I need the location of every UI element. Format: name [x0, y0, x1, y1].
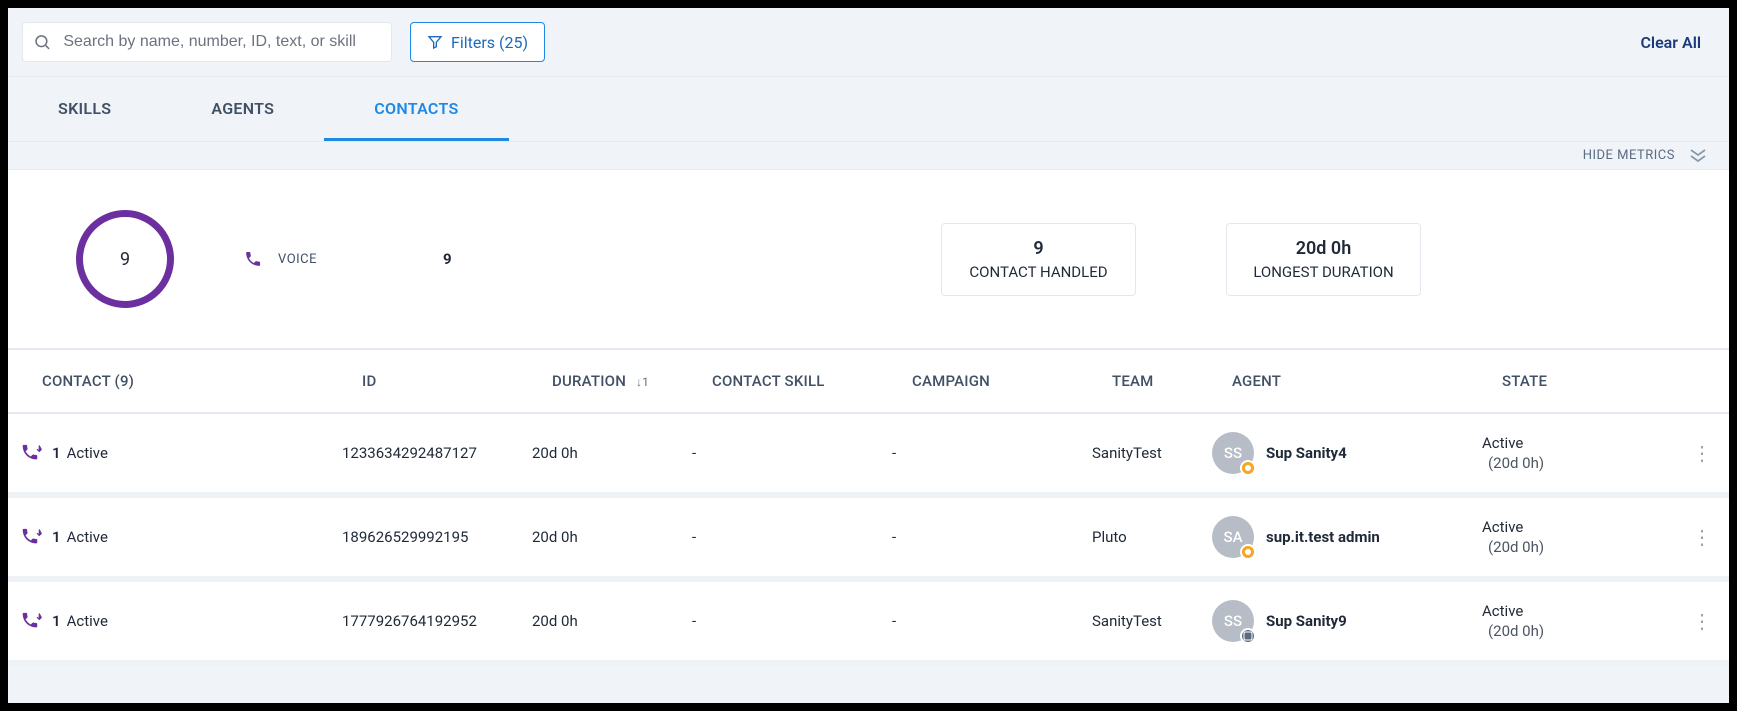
contact-cell: 1 Active — [22, 528, 342, 546]
voice-group: VOICE 9 — [244, 250, 452, 268]
filter-icon — [427, 34, 443, 50]
presence-indicator — [1240, 628, 1256, 644]
voice-count: 9 — [443, 250, 452, 268]
metric-value: 20d 0h — [1251, 238, 1396, 259]
clear-all-link[interactable]: Clear All — [1640, 33, 1701, 52]
metric-longest-duration: 20d 0h LONGEST DURATION — [1226, 223, 1421, 296]
avatar: SA — [1212, 516, 1254, 558]
metric-contact-handled: 9 CONTACT HANDLED — [941, 223, 1136, 296]
col-team[interactable]: TEAM — [1112, 372, 1232, 390]
table-row[interactable]: 1 Active 1233634292487127 20d 0h - - San… — [8, 414, 1729, 498]
cell-team: SanityTest — [1092, 444, 1212, 462]
row-menu-button[interactable]: ⋮ — [1652, 449, 1712, 458]
row-menu-button[interactable]: ⋮ — [1652, 617, 1712, 626]
cell-agent: SS Sup Sanity9 — [1212, 600, 1482, 642]
cell-skill: - — [692, 444, 892, 462]
cell-agent: SS Sup Sanity4 — [1212, 432, 1482, 474]
col-agent[interactable]: AGENT — [1232, 372, 1502, 390]
row-menu-button[interactable]: ⋮ — [1652, 533, 1712, 542]
phone-icon — [244, 250, 262, 268]
table-body: 1 Active 1233634292487127 20d 0h - - San… — [8, 414, 1729, 666]
contact-cell: 1 Active — [22, 612, 342, 630]
metric-cards: 9 CONTACT HANDLED 20d 0h LONGEST DURATIO… — [941, 223, 1421, 296]
voice-label: VOICE — [278, 252, 317, 267]
hide-metrics-label: HIDE METRICS — [1583, 148, 1675, 163]
tab-skills[interactable]: SKILLS — [8, 77, 161, 141]
ring-total: 9 — [120, 249, 130, 270]
metric-label: CONTACT HANDLED — [966, 263, 1111, 281]
cell-campaign: - — [892, 528, 1092, 546]
cell-campaign: - — [892, 444, 1092, 462]
metric-value: 9 — [966, 238, 1111, 259]
cell-id: 189626529992195 — [342, 528, 532, 546]
chevron-down-icon — [1689, 149, 1707, 163]
avatar: SS — [1212, 600, 1254, 642]
phone-inbound-icon — [22, 444, 44, 462]
contact-status: Active — [67, 528, 108, 546]
search-box[interactable] — [22, 22, 392, 62]
contact-cell: 1 Active — [22, 444, 342, 462]
table-row[interactable]: 1 Active 189626529992195 20d 0h - - Plut… — [8, 498, 1729, 582]
cell-duration: 20d 0h — [532, 444, 692, 462]
filters-label: Filters (25) — [451, 33, 528, 52]
contact-status: Active — [67, 444, 108, 462]
cell-campaign: - — [892, 612, 1092, 630]
cell-team: SanityTest — [1092, 612, 1212, 630]
metrics-panel: 9 VOICE 9 9 CONTACT HANDLED 20d 0h LONGE… — [8, 170, 1729, 350]
cell-agent: SA sup.it.test admin — [1212, 516, 1482, 558]
phone-inbound-icon — [22, 528, 44, 546]
col-duration[interactable]: DURATION ↓1 — [552, 372, 712, 390]
contact-status: Active — [67, 612, 108, 630]
agent-name: Sup Sanity9 — [1266, 612, 1347, 630]
tabs: SKILLS AGENTS CONTACTS — [8, 76, 1729, 142]
cell-state: Active (20d 0h) — [1482, 434, 1652, 472]
topbar: Filters (25) Clear All — [8, 8, 1729, 76]
col-campaign[interactable]: CAMPAIGN — [912, 372, 1112, 390]
sort-indicator: ↓1 — [636, 375, 649, 389]
contact-count: 1 — [52, 528, 61, 546]
agent-name: sup.it.test admin — [1266, 528, 1380, 546]
total-ring: 9 — [76, 210, 174, 308]
cell-id: 1777926764192952 — [342, 612, 532, 630]
cell-id: 1233634292487127 — [342, 444, 532, 462]
hide-metrics-toggle[interactable]: HIDE METRICS — [8, 142, 1729, 170]
app-root: Filters (25) Clear All SKILLS AGENTS CON… — [8, 8, 1729, 703]
avatar: SS — [1212, 432, 1254, 474]
contact-count: 1 — [52, 612, 61, 630]
cell-skill: - — [692, 612, 892, 630]
cell-duration: 20d 0h — [532, 612, 692, 630]
presence-indicator — [1240, 544, 1256, 560]
tab-contacts[interactable]: CONTACTS — [324, 77, 508, 141]
filters-button[interactable]: Filters (25) — [410, 22, 545, 62]
search-icon — [33, 32, 51, 52]
col-state[interactable]: STATE — [1502, 372, 1672, 390]
phone-inbound-icon — [22, 612, 44, 630]
cell-state: Active (20d 0h) — [1482, 602, 1652, 640]
col-contact[interactable]: CONTACT (9) — [42, 372, 362, 390]
contact-count: 1 — [52, 444, 61, 462]
presence-indicator — [1240, 460, 1256, 476]
col-skill[interactable]: CONTACT SKILL — [712, 372, 912, 390]
table-row[interactable]: 1 Active 1777926764192952 20d 0h - - San… — [8, 582, 1729, 666]
cell-skill: - — [692, 528, 892, 546]
col-id[interactable]: ID — [362, 372, 552, 390]
agent-name: Sup Sanity4 — [1266, 444, 1347, 462]
table-header: CONTACT (9) ID DURATION ↓1 CONTACT SKILL… — [8, 350, 1729, 414]
cell-state: Active (20d 0h) — [1482, 518, 1652, 556]
metric-label: LONGEST DURATION — [1251, 263, 1396, 281]
search-input[interactable] — [61, 32, 381, 52]
tab-agents[interactable]: AGENTS — [161, 77, 324, 141]
cell-team: Pluto — [1092, 528, 1212, 546]
cell-duration: 20d 0h — [532, 528, 692, 546]
